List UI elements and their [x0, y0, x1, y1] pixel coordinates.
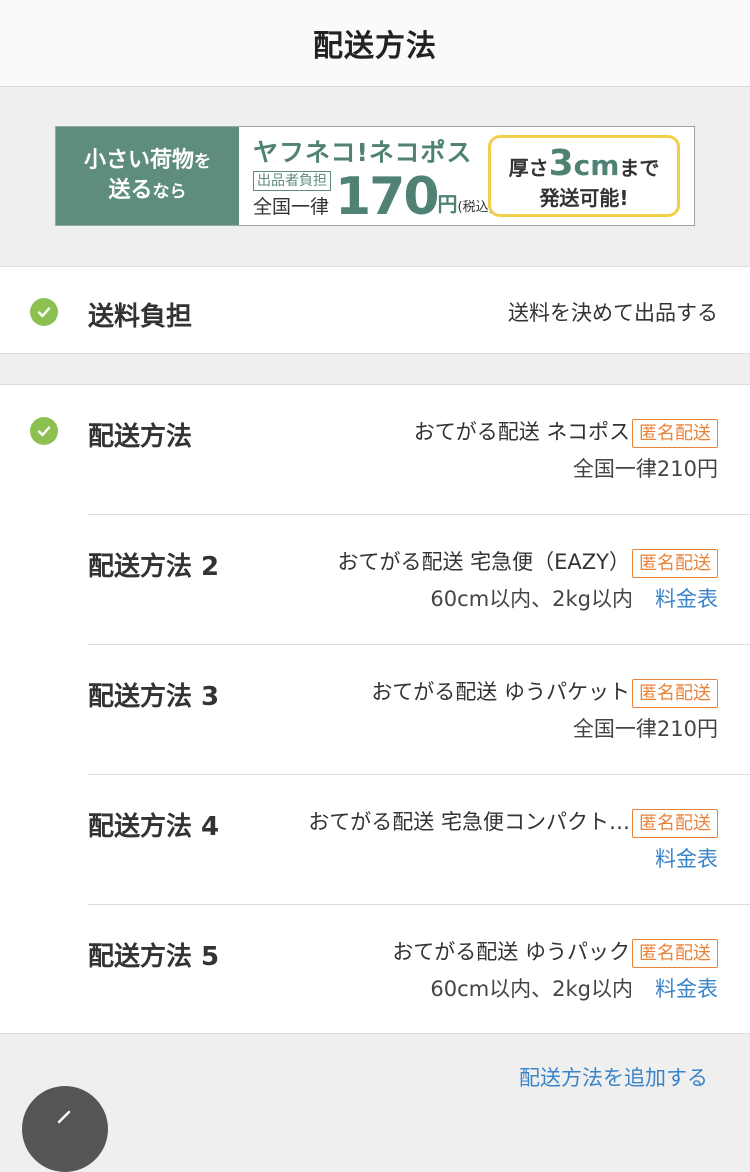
- banner-left-line1-suffix: を: [194, 152, 211, 173]
- method-sub: 全国一律210円: [573, 453, 718, 483]
- banner-right-line2: 発送可能!: [539, 185, 629, 210]
- banner-yen: 円: [437, 192, 458, 216]
- method-label: 配送方法: [88, 422, 193, 452]
- promo-banner[interactable]: 小さい荷物を 送るなら ヤフネコ!ネコポス 出品者負担 全国一律 170 円 (…: [55, 126, 695, 226]
- check-circle-icon: [30, 417, 58, 445]
- add-shipping-method-link[interactable]: 配送方法を追加する: [519, 1062, 708, 1092]
- banner-right-unit: cm: [573, 149, 620, 183]
- method-service: おてがる配送 宅急便（EAZY） 匿名配送: [337, 546, 718, 578]
- method-label: 配送方法 3: [88, 682, 220, 712]
- banner-price: 170: [335, 167, 440, 226]
- floating-action-button[interactable]: [22, 1086, 108, 1172]
- rate-table-link[interactable]: 料金表: [655, 847, 718, 871]
- banner-left-line2-suffix: なら: [152, 182, 187, 202]
- divider: [88, 774, 750, 775]
- method-sub: 60cm以内、2kg以内 料金表: [430, 583, 718, 613]
- shipping-fee-label: 送料負担: [88, 302, 193, 332]
- method-sub: 料金表: [655, 843, 718, 873]
- banner-brand: ヤフネコ!ネコポス: [253, 138, 473, 167]
- banner-left-line1: 小さい荷物: [83, 148, 194, 174]
- divider: [88, 514, 750, 515]
- method-service-text: おてがる配送 宅急便コンパクト…: [308, 810, 630, 834]
- navigation-header: 配送方法: [0, 0, 750, 87]
- method-sub-text: 全国一律210円: [572, 717, 718, 741]
- method-service: おてがる配送 ゆうパケット 匿名配送: [371, 676, 718, 708]
- method-label: 配送方法 4: [88, 812, 220, 842]
- banner-right-prefix: 厚さ: [508, 156, 549, 181]
- shipping-fee-row[interactable]: 送料負担 送料を決めて出品する: [0, 266, 750, 354]
- anonymous-shipping-badge: 匿名配送: [632, 678, 718, 708]
- divider: [88, 904, 750, 905]
- banner-uniform: 全国一律: [253, 196, 330, 218]
- check-circle-icon: [30, 298, 58, 326]
- pencil-icon: [57, 1110, 71, 1124]
- anonymous-shipping-badge: 匿名配送: [632, 938, 718, 968]
- method-label: 配送方法 5: [88, 942, 220, 972]
- method-service: おてがる配送 ネコポス 匿名配送: [414, 416, 718, 448]
- divider: [88, 644, 750, 645]
- banner-middle-panel: ヤフネコ!ネコポス 出品者負担 全国一律 170 円 (税込): [239, 127, 494, 226]
- page-title: 配送方法: [313, 29, 437, 64]
- banner-right-number: 3: [548, 143, 574, 185]
- shipping-fee-value: 送料を決めて出品する: [508, 301, 718, 325]
- banner-right-suffix: まで: [619, 156, 660, 181]
- method-sub-text: 60cm以内、2kg以内: [430, 587, 633, 611]
- banner-thickness-callout: 厚さ3cmまで 発送可能!: [488, 135, 680, 217]
- method-sub-text: 全国一律210円: [572, 457, 718, 481]
- anonymous-shipping-badge: 匿名配送: [632, 808, 718, 838]
- anonymous-shipping-badge: 匿名配送: [632, 418, 718, 448]
- banner-left-line2: 送る: [108, 178, 153, 203]
- method-service-text: おてがる配送 ゆうパック: [392, 940, 630, 964]
- method-sub: 60cm以内、2kg以内 料金表: [430, 973, 718, 1003]
- rate-table-link[interactable]: 料金表: [655, 977, 718, 1001]
- method-sub-text: 60cm以内、2kg以内: [430, 977, 633, 1001]
- method-service-text: おてがる配送 宅急便（EAZY）: [337, 550, 630, 574]
- method-label: 配送方法 2: [88, 552, 220, 582]
- banner-left-panel: 小さい荷物を 送るなら: [56, 127, 239, 225]
- anonymous-shipping-badge: 匿名配送: [632, 548, 718, 578]
- method-service: おてがる配送 宅急便コンパクト… 匿名配送: [308, 806, 718, 838]
- method-sub: 全国一律210円: [573, 713, 718, 743]
- method-service-text: おてがる配送 ネコポス: [413, 420, 630, 444]
- method-service: おてがる配送 ゆうパック 匿名配送: [392, 936, 718, 968]
- banner-tag: 出品者負担: [253, 171, 331, 191]
- method-service-text: おてがる配送 ゆうパケット: [371, 680, 630, 704]
- rate-table-link[interactable]: 料金表: [655, 587, 718, 611]
- shipping-methods-list: 配送方法 おてがる配送 ネコポス 匿名配送 全国一律210円 配送方法 2 おてが…: [0, 384, 750, 1034]
